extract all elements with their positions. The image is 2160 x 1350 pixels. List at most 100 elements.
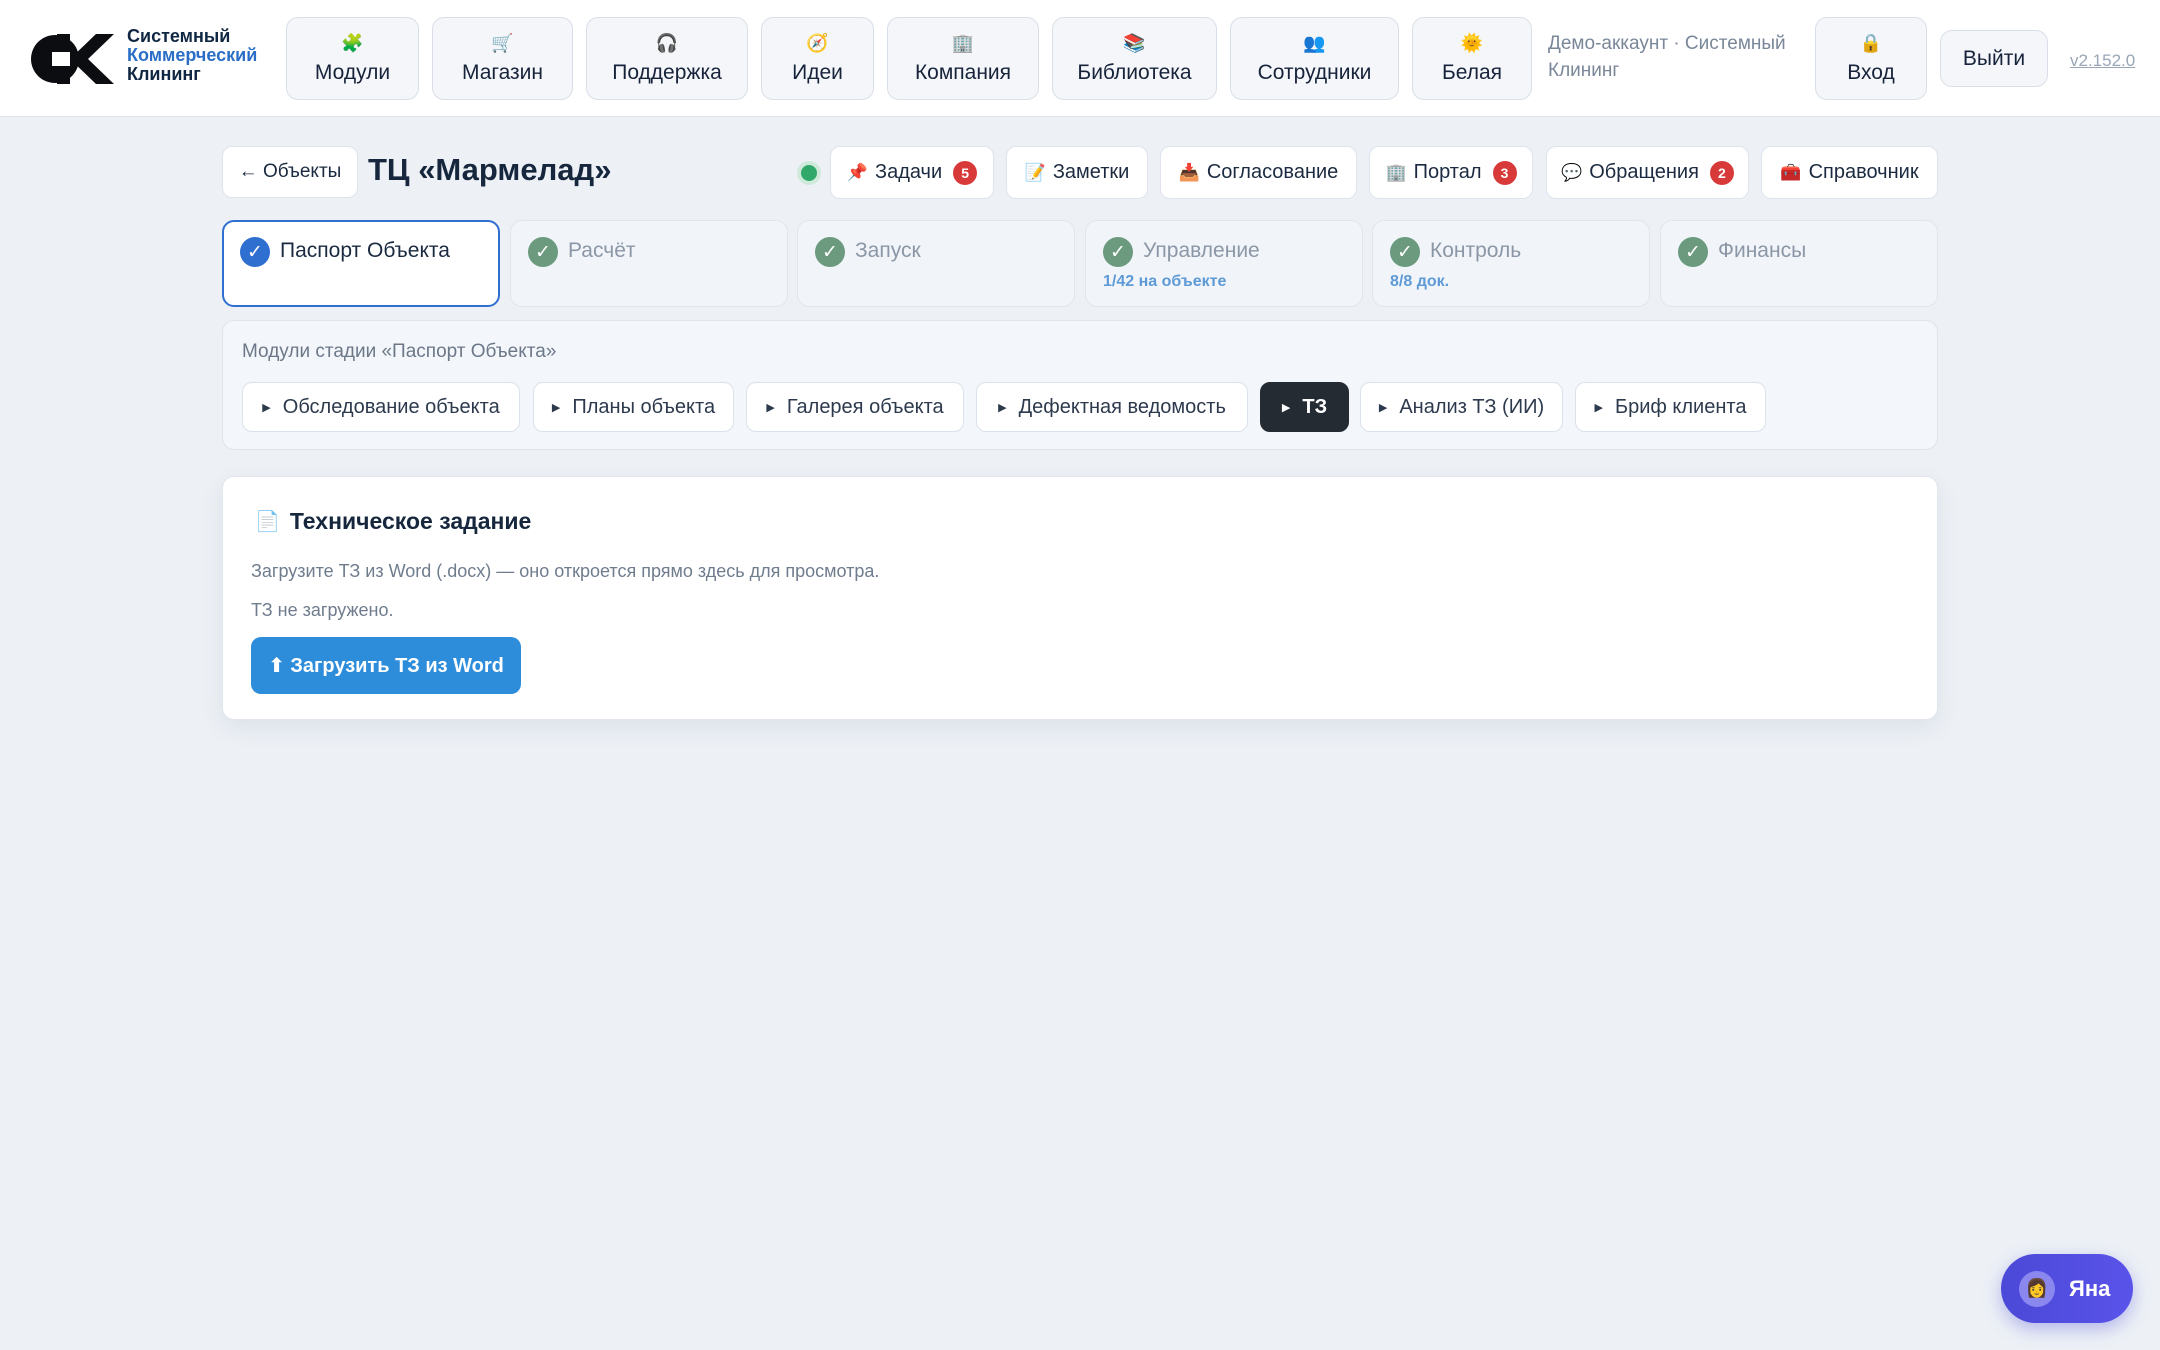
checkmark-icon: ✓ — [815, 237, 845, 267]
tool-label: Справочник — [1808, 161, 1919, 183]
stage-tab-calculation[interactable]: ✓ Расчёт — [510, 220, 788, 307]
version-link[interactable]: v2.152.0 — [2070, 51, 2135, 71]
module-label: Планы объекта — [572, 395, 716, 418]
tool-label: Портал — [1413, 161, 1482, 183]
office-icon: 🏢 — [951, 32, 975, 53]
module-tz-analysis-button[interactable]: ▶ Анализ ТЗ (ИИ) — [1360, 382, 1563, 432]
brand-name: Системный Коммерческий Клининг — [127, 27, 257, 84]
modules-title: Модули стадии «Паспорт Объекта» — [242, 341, 557, 362]
assistant-chat-button[interactable]: 👩 Яна — [2001, 1254, 2133, 1323]
tool-label: Согласование — [1206, 161, 1339, 183]
nav-ideas-button[interactable]: 🧭 Идеи — [761, 17, 874, 100]
tool-label: Заметки — [1052, 161, 1130, 183]
checkmark-icon: ✓ — [1678, 237, 1708, 267]
play-arrow-icon: ▶ — [262, 401, 271, 414]
nav-support-button[interactable]: 🎧 Поддержка — [586, 17, 748, 100]
stage-modules-panel: Модули стадии «Паспорт Объекта» ▶ Обслед… — [222, 320, 1938, 450]
speech-bubble-icon: 💬 — [1561, 162, 1583, 182]
inbox-icon: 📥 — [1178, 162, 1200, 182]
stage-label: Запуск — [855, 239, 921, 262]
back-to-objects-button[interactable]: ← Объекты — [222, 146, 358, 198]
nav-shop-button[interactable]: 🛒 Магазин — [432, 17, 573, 100]
upload-word-button[interactable]: ⬆ Загрузить ТЗ из Word — [251, 637, 521, 694]
nav-modules-button[interactable]: 🧩 Модули — [286, 17, 419, 100]
tasks-button[interactable]: 📌 Задачи 5 — [830, 146, 994, 199]
checkmark-icon: ✓ — [528, 237, 558, 267]
brand-line-2: Коммерческий — [127, 45, 258, 65]
logo-mark-icon — [31, 34, 114, 84]
nav-login-button[interactable]: 🔒 Вход — [1815, 17, 1927, 100]
nav-label: Поддержка — [612, 60, 722, 84]
play-arrow-icon: ▶ — [1378, 401, 1388, 414]
nav-theme-button[interactable]: 🌞 Белая — [1412, 17, 1532, 100]
module-brief-button[interactable]: ▶ Бриф клиента — [1575, 382, 1766, 432]
compass-icon: 🧭 — [806, 32, 829, 53]
card-header: 📄 Техническое задание — [255, 508, 531, 535]
people-icon: 👥 — [1303, 32, 1326, 53]
module-gallery-button[interactable]: ▶ Галерея объекта — [746, 382, 964, 432]
module-plans-button[interactable]: ▶ Планы объекта — [533, 382, 734, 432]
tasks-count-badge: 5 — [953, 160, 978, 185]
portal-button[interactable]: 🏢 Портал 3 — [1369, 146, 1533, 199]
document-icon: 📄 — [255, 511, 280, 533]
module-survey-button[interactable]: ▶ Обследование объекта — [242, 382, 520, 432]
page-title: ТЦ «Мармелад» — [368, 152, 612, 187]
nav-employees-button[interactable]: 👥 Сотрудники — [1230, 17, 1399, 100]
nav-label: Белая — [1441, 60, 1503, 84]
play-arrow-icon: ▶ — [1281, 401, 1291, 414]
requests-button[interactable]: 💬 Обращения 2 — [1546, 146, 1749, 199]
brand-line-1: Системный — [127, 26, 231, 46]
tool-label: Задачи — [875, 161, 943, 183]
logout-button[interactable]: Выйти — [1940, 30, 2048, 87]
nav-label: Магазин — [461, 60, 543, 84]
stage-subtitle: 1/42 на объекте — [1103, 273, 1227, 290]
puzzle-icon: 🧩 — [341, 32, 364, 53]
notes-button[interactable]: 📝 Заметки — [1006, 146, 1148, 199]
assistant-name: Яна — [2069, 1275, 2111, 1301]
cart-icon: 🛒 — [491, 32, 514, 53]
card-description: Загрузите ТЗ из Word (.docx) — оно откро… — [251, 561, 880, 581]
requests-count-badge: 2 — [1709, 160, 1734, 185]
assistant-avatar-icon: 👩 — [2019, 1270, 2055, 1307]
approval-button[interactable]: 📥 Согласование — [1160, 146, 1357, 199]
nav-library-button[interactable]: 📚 Библиотека — [1052, 17, 1217, 100]
nav-label: Вход — [1847, 60, 1895, 84]
stage-label: Контроль — [1430, 239, 1522, 262]
brand-logo[interactable]: Системный Коммерческий Клининг — [30, 26, 270, 90]
stage-label: Управление — [1143, 239, 1260, 262]
module-defects-button[interactable]: ▶ Дефектная ведомость — [976, 382, 1248, 432]
play-arrow-icon: ▶ — [1594, 401, 1603, 414]
stage-tab-launch[interactable]: ✓ Запуск — [797, 220, 1075, 307]
checkmark-icon: ✓ — [240, 237, 270, 267]
module-label: Анализ ТЗ (ИИ) — [1399, 395, 1545, 418]
nav-label: Идеи — [792, 60, 843, 84]
building-icon: 🏢 — [1385, 162, 1407, 182]
lock-icon: 🔒 — [1859, 32, 1883, 53]
pin-icon: 📌 — [846, 162, 868, 182]
stage-tab-passport[interactable]: ✓ Паспорт Объекта — [222, 220, 500, 307]
nav-label: Библиотека — [1077, 60, 1192, 84]
books-icon: 📚 — [1123, 32, 1146, 53]
nav-company-button[interactable]: 🏢 Компания — [887, 17, 1039, 100]
stage-label: Паспорт Объекта — [280, 239, 450, 262]
sun-icon: 🌞 — [1460, 32, 1484, 53]
checkmark-icon: ✓ — [1390, 237, 1420, 267]
brand-line-3: Клининг — [127, 64, 201, 84]
module-tz-button[interactable]: ▶ ТЗ — [1260, 382, 1349, 432]
tool-label: Обращения — [1589, 161, 1699, 183]
nav-label: Модули — [314, 60, 391, 84]
directory-button[interactable]: 🧰 Справочник — [1761, 146, 1938, 199]
module-label: Обследование объекта — [282, 395, 500, 418]
stage-tab-finance[interactable]: ✓ Финансы — [1660, 220, 1938, 307]
module-label: Галерея объекта — [786, 395, 944, 418]
portal-count-badge: 3 — [1492, 160, 1517, 185]
stage-tab-management[interactable]: ✓ Управление 1/42 на объекте — [1085, 220, 1363, 307]
stage-tab-control[interactable]: ✓ Контроль 8/8 док. — [1372, 220, 1650, 307]
checkmark-icon: ✓ — [1103, 237, 1133, 267]
memo-icon: 📝 — [1024, 162, 1046, 182]
upload-status: ТЗ не загружено. — [251, 600, 394, 620]
card-title: Техническое задание — [289, 508, 532, 534]
nav-label: Компания — [914, 60, 1012, 84]
account-name: Демо-аккаунт · Системный Клининг — [1548, 33, 1786, 81]
toolbox-icon: 🧰 — [1780, 162, 1802, 182]
